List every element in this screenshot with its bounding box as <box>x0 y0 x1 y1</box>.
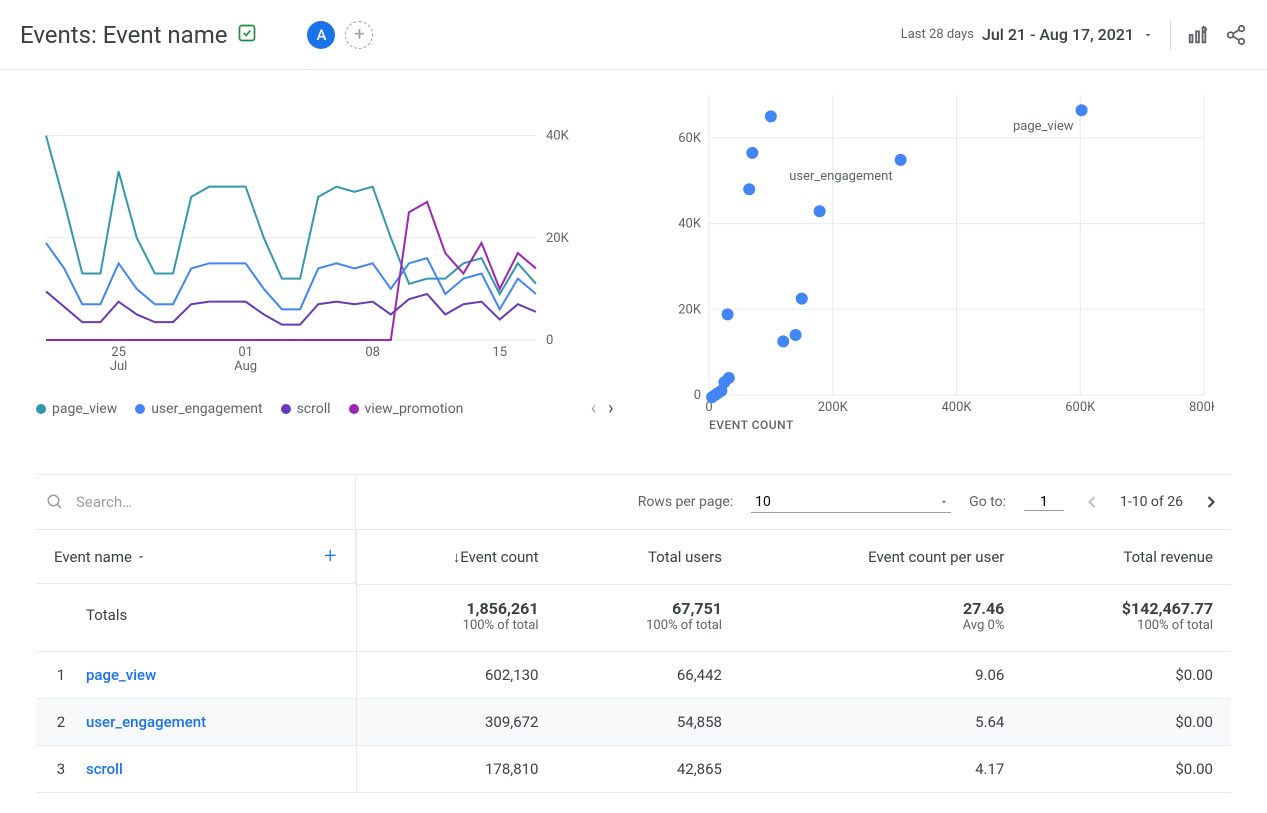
col-event-count[interactable]: ↓Event count <box>356 530 557 584</box>
legend-item[interactable]: scroll <box>281 401 331 417</box>
legend-item[interactable]: user_engagement <box>135 401 262 417</box>
event-link[interactable]: scroll <box>86 760 123 778</box>
search-input[interactable] <box>76 493 345 511</box>
chevron-down-icon <box>939 497 949 507</box>
totals-row: Totals 1,856,261100% of total 67,751100%… <box>36 584 1231 651</box>
chevron-down-icon <box>1142 29 1154 41</box>
svg-text:20K: 20K <box>678 302 702 317</box>
col-revenue[interactable]: Total revenue <box>1022 530 1231 584</box>
svg-text:20K: 20K <box>546 231 570 246</box>
svg-text:08: 08 <box>365 345 380 360</box>
table-row: 1page_view602,13066,4429.06$0.00 <box>36 651 1231 698</box>
svg-text:0: 0 <box>546 333 553 348</box>
svg-text:15: 15 <box>492 345 507 360</box>
add-comparison-button[interactable]: + <box>345 21 373 49</box>
svg-text:200K: 200K <box>817 400 848 415</box>
legend-item[interactable]: page_view <box>36 401 117 417</box>
svg-text:01: 01 <box>238 345 253 360</box>
svg-text:user_engagement: user_engagement <box>789 169 892 184</box>
line-chart-legend: page_view user_engagement scroll view_promo… <box>36 398 614 419</box>
col-event-name[interactable]: Event name + <box>36 530 356 584</box>
goto-label: Go to: <box>969 494 1006 510</box>
line-chart[interactable]: 0 20K 40K 25Jul 01Aug 08 15 <box>36 90 586 380</box>
rows-per-page-select[interactable] <box>751 492 951 513</box>
event-link[interactable]: page_view <box>86 666 156 684</box>
scatter-chart-panel: 0200K400K600K800K020K40K60KEVENT COUNTpa… <box>654 90 1232 444</box>
svg-text:60K: 60K <box>678 131 702 146</box>
share-icon[interactable] <box>1225 24 1247 46</box>
svg-text:EVENT COUNT: EVENT COUNT <box>709 418 794 432</box>
legend-item[interactable]: view_promotion <box>349 401 464 417</box>
goto-input[interactable] <box>1024 494 1064 511</box>
app-header: Events: Event name A + Last 28 days Jul … <box>0 0 1267 70</box>
col-total-users[interactable]: Total users <box>557 530 740 584</box>
col-per-user[interactable]: Event count per user <box>740 530 1022 584</box>
table-row: 2user_engagement309,67254,8585.64$0.00 <box>36 698 1231 745</box>
svg-text:0: 0 <box>693 388 700 403</box>
date-range-label: Last 28 days <box>901 27 974 42</box>
date-range-value: Jul 21 - Aug 17, 2021 <box>982 25 1134 44</box>
table-header-row: Event name + ↓Event count Total users Ev… <box>36 530 1231 584</box>
page-next-button[interactable] <box>1201 492 1221 512</box>
customize-report-icon[interactable] <box>1187 24 1209 46</box>
content-area: 0 20K 40K 25Jul 01Aug 08 15 page_view user_enga… <box>0 70 1267 813</box>
svg-text:400K: 400K <box>941 400 972 415</box>
search-box <box>36 475 356 529</box>
rows-per-page-label: Rows per page: <box>638 494 733 510</box>
svg-text:800K: 800K <box>1188 400 1213 415</box>
event-link[interactable]: user_engagement <box>86 713 206 731</box>
svg-text:page_view: page_view <box>1013 119 1074 134</box>
page-prev-button[interactable] <box>1082 492 1102 512</box>
svg-text:Jul: Jul <box>110 359 128 374</box>
check-icon[interactable] <box>237 23 257 47</box>
page-indicator: 1-10 of 26 <box>1120 494 1183 510</box>
chevron-down-icon <box>136 552 146 562</box>
line-chart-panel: 0 20K 40K 25Jul 01Aug 08 15 page_view user_enga… <box>36 90 614 444</box>
svg-text:600K: 600K <box>1065 400 1096 415</box>
add-column-button[interactable]: + <box>324 544 336 569</box>
svg-text:40K: 40K <box>546 129 570 144</box>
svg-text:40K: 40K <box>678 217 702 232</box>
date-range-picker[interactable]: Last 28 days Jul 21 - Aug 17, 2021 <box>901 25 1154 44</box>
divider <box>1170 20 1171 50</box>
legend-prev-button[interactable]: ‹ <box>591 398 596 419</box>
table-controls: Rows per page: Go to: 1-10 of 26 <box>36 474 1231 530</box>
search-icon <box>46 493 64 511</box>
page-title: Events: Event name <box>20 21 227 49</box>
svg-text:Aug: Aug <box>234 359 257 374</box>
totals-label: Totals <box>36 584 356 651</box>
events-table: Event name + ↓Event count Total users Ev… <box>36 530 1231 793</box>
svg-text:25: 25 <box>111 345 126 360</box>
legend-next-button[interactable]: › <box>608 398 613 419</box>
avatar[interactable]: A <box>307 21 335 49</box>
scatter-chart[interactable]: 0200K400K600K800K020K40K60KEVENT COUNTpa… <box>654 90 1214 440</box>
